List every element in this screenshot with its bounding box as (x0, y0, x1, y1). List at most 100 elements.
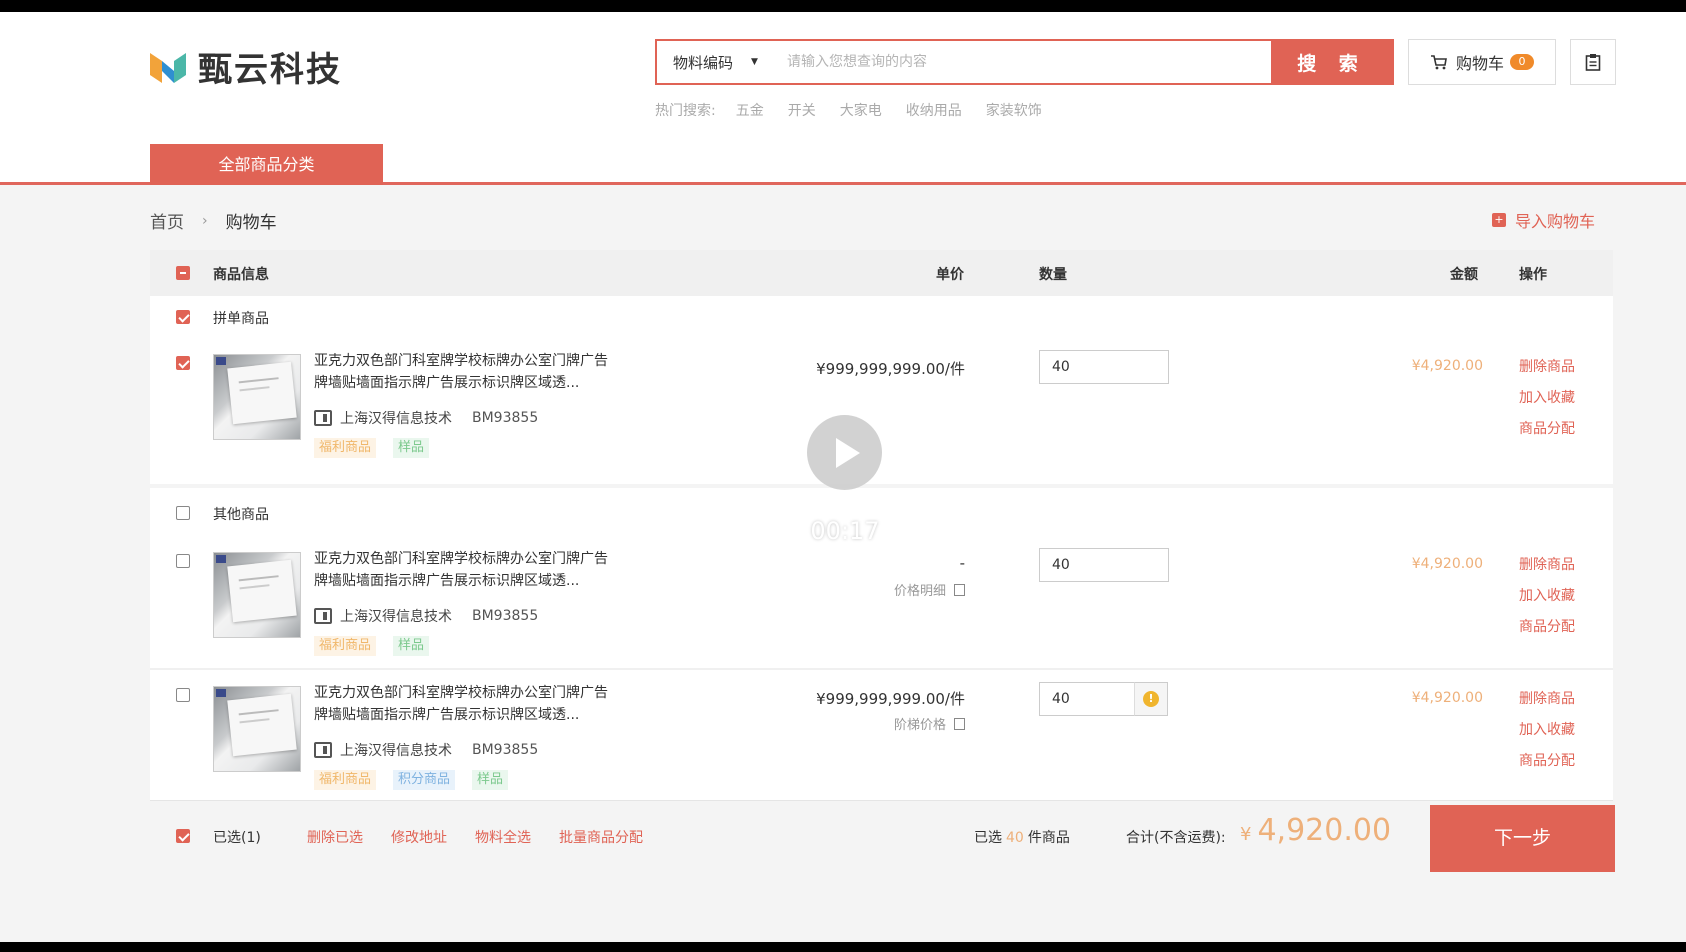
clipboard-icon (1585, 54, 1601, 71)
cart-count-badge: 0 (1510, 54, 1534, 70)
total-amount: ¥4,920.00 (1240, 813, 1391, 848)
cart-item-row: 亚克力双色部门科室牌学校标牌办公室门牌广告牌墙贴墙面指示牌广告展示标识牌区域透.… (150, 340, 1613, 484)
all-categories-tab[interactable]: 全部商品分类 (150, 144, 383, 185)
tag-sample: 样品 (393, 438, 430, 458)
product-name[interactable]: 亚克力双色部门科室牌学校标牌办公室门牌广告牌墙贴墙面指示牌广告展示标识牌区域透.… (314, 548, 614, 592)
product-name[interactable]: 亚克力双色部门科室牌学校标牌办公室门牌广告牌墙贴墙面指示牌广告展示标识牌区域透.… (314, 350, 614, 394)
supplier-name: 上海汉得信息技术 (340, 743, 452, 759)
tiered-price-link[interactable]: 阶梯价格 (765, 714, 965, 733)
next-step-button[interactable]: 下一步 (1430, 805, 1615, 872)
quantity-input[interactable]: 40 (1039, 682, 1135, 716)
product-supplier: 上海汉得信息技术 BM93855 (314, 606, 538, 626)
logo-mark-icon (150, 52, 186, 83)
item-checkbox[interactable] (176, 688, 190, 702)
product-code: BM93855 (472, 742, 539, 758)
hot-search-label: 热门搜索: (655, 103, 716, 119)
hot-term[interactable]: 收纳用品 (906, 100, 962, 120)
delete-item-link[interactable]: 删除商品 (1519, 356, 1575, 376)
breadcrumb-current: 购物车 (225, 213, 277, 233)
add-favorite-link[interactable]: 加入收藏 (1519, 719, 1575, 739)
cart-button[interactable]: 购物车 0 (1408, 39, 1556, 85)
play-button[interactable] (807, 415, 882, 490)
brand-logo[interactable]: 甄云科技 (148, 42, 342, 91)
assign-item-link[interactable]: 商品分配 (1519, 750, 1575, 770)
hot-term[interactable]: 大家电 (840, 100, 882, 120)
hot-term[interactable]: 五金 (736, 100, 764, 120)
breadcrumb-home[interactable]: 首页 (150, 208, 184, 233)
quantity-input[interactable]: 40 (1039, 350, 1169, 384)
item-checkbox[interactable] (176, 356, 190, 370)
tag-sample: 样品 (472, 770, 509, 790)
footer-select-checkbox[interactable] (176, 829, 190, 843)
line-amount: ¥4,920.00 (1411, 556, 1483, 572)
breadcrumb: 首页 › 购物车 (150, 208, 277, 234)
brand-name: 甄云科技 (198, 50, 342, 90)
delete-selected-link[interactable]: 删除已选 (307, 827, 363, 847)
search-input[interactable] (777, 41, 1271, 83)
delete-item-link[interactable]: 删除商品 (1519, 554, 1575, 574)
row-divider (150, 668, 1613, 670)
select-all-materials-link[interactable]: 物料全选 (475, 827, 531, 847)
assign-item-link[interactable]: 商品分配 (1519, 418, 1575, 438)
store-icon (314, 742, 332, 758)
video-timestamp: 00:17 (810, 517, 880, 545)
item-actions: 删除商品 加入收藏 商品分配 (1519, 356, 1575, 438)
change-address-link[interactable]: 修改地址 (391, 827, 447, 847)
product-image[interactable] (213, 354, 301, 440)
site-header: 甄云科技 物料编码 ▼ 搜 索 热门搜索: 五金 开关 大家电 收纳用品 家装软… (0, 12, 1686, 185)
hot-term[interactable]: 开关 (788, 100, 816, 120)
hot-term[interactable]: 家装软饰 (986, 100, 1042, 120)
play-icon (835, 437, 860, 468)
caret-down-icon: ▼ (751, 57, 758, 67)
import-cart-label: 导入购物车 (1515, 212, 1596, 231)
delete-item-link[interactable]: 删除商品 (1519, 688, 1575, 708)
checkout-bar: 已选(1) 删除已选 修改地址 物料全选 批量商品分配 已选 40 件商品 合计(不… (150, 800, 1615, 872)
product-supplier: 上海汉得信息技术 BM93855 (314, 408, 538, 428)
assign-item-link[interactable]: 商品分配 (1519, 616, 1575, 636)
product-name[interactable]: 亚克力双色部门科室牌学校标牌办公室门牌广告牌墙贴墙面指示牌广告展示标识牌区域透.… (314, 682, 614, 726)
cart-label: 购物车 (1455, 54, 1504, 73)
group-checkbox[interactable] (176, 506, 190, 520)
import-cart-button[interactable]: + 导入购物车 (1492, 208, 1595, 232)
search-bar: 物料编码 ▼ 搜 索 (655, 39, 1394, 85)
total-value: 4,920.00 (1257, 813, 1392, 848)
add-favorite-link[interactable]: 加入收藏 (1519, 585, 1575, 605)
total-label: 合计(不含运费): (1126, 830, 1226, 846)
selected-count-label: 已选(1) (213, 830, 261, 846)
product-image[interactable] (213, 686, 301, 772)
search-button[interactable]: 搜 索 (1271, 41, 1392, 83)
count-suffix: 件商品 (1027, 830, 1070, 846)
cart-item-row: 亚克力双色部门科室牌学校标牌办公室门牌广告牌墙贴墙面指示牌广告展示标识牌区域透.… (150, 538, 1613, 668)
add-favorite-link[interactable]: 加入收藏 (1519, 387, 1575, 407)
tag-welfare: 福利商品 (314, 636, 377, 656)
item-actions: 删除商品 加入收藏 商品分配 (1519, 688, 1575, 770)
selected-items-summary: 已选 40 件商品 (974, 827, 1070, 847)
cart-table-header: 商品信息 单价 数量 金额 操作 (150, 250, 1613, 296)
tag-welfare: 福利商品 (314, 770, 377, 790)
tag-points: 积分商品 (393, 770, 456, 790)
supplier-name: 上海汉得信息技术 (340, 411, 452, 427)
header-amount: 金额 (1450, 267, 1478, 283)
hot-search: 热门搜索: 五金 开关 大家电 收纳用品 家装软饰 (655, 100, 1042, 120)
item-checkbox[interactable] (176, 554, 190, 568)
group-checkbox[interactable] (176, 310, 190, 324)
header-actions: 操作 (1519, 267, 1547, 283)
batch-assign-link[interactable]: 批量商品分配 (559, 827, 643, 847)
screen-frame: 甄云科技 物料编码 ▼ 搜 索 热门搜索: 五金 开关 大家电 收纳用品 家装软… (0, 12, 1686, 942)
header-unit-price: 单价 (936, 267, 964, 283)
product-code: BM93855 (472, 608, 539, 624)
item-actions: 删除商品 加入收藏 商品分配 (1519, 554, 1575, 636)
order-list-button[interactable] (1570, 39, 1616, 85)
quantity-warning[interactable]: ! (1134, 682, 1168, 716)
product-image[interactable] (213, 552, 301, 638)
price-detail-link[interactable]: 价格明细 (765, 580, 965, 599)
chevron-right-icon: › (202, 212, 208, 229)
quantity-input[interactable]: 40 (1039, 548, 1169, 582)
search-type-select[interactable]: 物料编码 ▼ (657, 41, 777, 83)
unit-price: - (959, 554, 965, 572)
search-type-label: 物料编码 (673, 53, 734, 72)
selected-items-count: 40 (1006, 830, 1024, 846)
unit-price: ¥999,999,999.00/件 (816, 360, 965, 378)
select-all-checkbox[interactable] (176, 266, 190, 280)
tiered-price-label: 阶梯价格 (893, 718, 946, 733)
